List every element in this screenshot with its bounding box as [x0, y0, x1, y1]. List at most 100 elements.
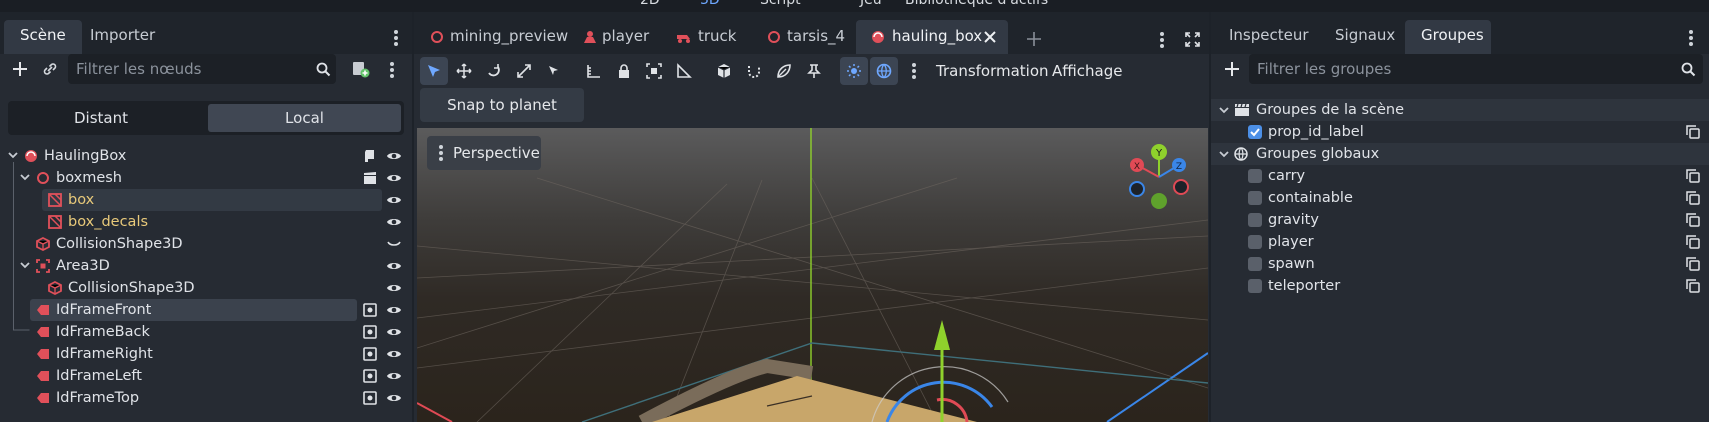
tree-row-idframeright[interactable]: IdFrameRight	[0, 343, 412, 365]
bake-button[interactable]	[770, 57, 798, 85]
group-item[interactable]: gravity	[1211, 209, 1709, 231]
chevron-down-icon[interactable]	[1217, 103, 1231, 117]
tree-row-box-decals[interactable]: box_decals	[0, 211, 412, 233]
viewport-menu-icon[interactable]	[431, 143, 451, 163]
tree-row-idframeback[interactable]: IdFrameBack	[0, 321, 412, 343]
copy-icon[interactable]	[1686, 257, 1700, 271]
visibility-eye-icon[interactable]	[386, 303, 402, 317]
tree-row-collisionshape3d-area[interactable]: CollisionShape3D	[0, 277, 412, 299]
dock-menu-icon[interactable]	[386, 28, 406, 48]
tab-import[interactable]: Importer	[74, 20, 171, 54]
scene-tab-hauling-box[interactable]: hauling_box	[856, 20, 1008, 54]
snap-button[interactable]	[740, 57, 768, 85]
node-filter-input[interactable]: Filtrer les nœuds	[68, 54, 336, 84]
group-icon[interactable]	[363, 391, 377, 405]
tree-row-collisionshape3d[interactable]: CollisionShape3D	[0, 233, 412, 255]
group-checkbox[interactable]	[1248, 125, 1262, 139]
tab-signals[interactable]: Signaux	[1319, 20, 1411, 54]
chevron-down-icon[interactable]	[18, 258, 32, 272]
group-item[interactable]: prop_id_label	[1211, 121, 1709, 143]
visibility-eye-icon[interactable]	[386, 369, 402, 383]
tree-row-idframetop[interactable]: IdFrameTop	[0, 387, 412, 409]
tabs-menu-icon[interactable]	[1152, 30, 1172, 50]
instance-scene-icon[interactable]	[352, 61, 370, 78]
snap-to-planet-button[interactable]: Snap to planet surface	[420, 88, 584, 148]
group-checkbox[interactable]	[1248, 235, 1262, 249]
main-screen-game[interactable]: Jeu	[860, 0, 882, 8]
transform-menu[interactable]: Transformation	[936, 59, 1049, 83]
main-screen-script[interactable]: Script	[760, 0, 801, 8]
tree-row-boxmesh[interactable]: boxmesh	[0, 167, 412, 189]
group-item[interactable]: spawn	[1211, 253, 1709, 275]
group-icon[interactable]	[363, 325, 377, 339]
rotate-mode-button[interactable]	[480, 57, 508, 85]
select-mode-button[interactable]	[420, 57, 448, 85]
main-screen-2d[interactable]: 2D	[640, 0, 660, 8]
group-item[interactable]: carry	[1211, 165, 1709, 187]
chevron-down-icon[interactable]	[18, 170, 32, 184]
chevron-down-icon[interactable]	[1217, 147, 1231, 161]
local-space-button[interactable]	[710, 57, 738, 85]
main-screen-3d[interactable]: 3D	[700, 0, 720, 8]
group-checkbox[interactable]	[1248, 169, 1262, 183]
group-filter-input[interactable]: Filtrer les groupes	[1249, 54, 1703, 84]
clapper-icon[interactable]	[363, 171, 377, 185]
visibility-eye-icon[interactable]	[386, 325, 402, 339]
perspective-menu[interactable]: Perspective	[427, 136, 541, 170]
visibility-eye-icon[interactable]	[386, 149, 402, 163]
add-node-icon[interactable]	[12, 61, 28, 77]
ruler-angle-button[interactable]	[670, 57, 698, 85]
tab-groups[interactable]: Groupes	[1405, 20, 1491, 54]
environment-preview-button[interactable]	[870, 57, 898, 85]
tab-inspector[interactable]: Inspecteur	[1213, 20, 1325, 54]
chevron-down-icon[interactable]	[6, 148, 20, 162]
copy-icon[interactable]	[1686, 169, 1700, 183]
tree-row-box[interactable]: box	[0, 189, 412, 211]
close-icon[interactable]	[984, 31, 996, 43]
tree-row-area3d[interactable]: Area3D	[0, 255, 412, 277]
scale-mode-button[interactable]	[510, 57, 538, 85]
scene-tab-player[interactable]: player	[576, 20, 659, 54]
visibility-eye-icon[interactable]	[386, 281, 402, 295]
3d-viewport[interactable]	[417, 128, 1208, 422]
local-button[interactable]: Local	[208, 104, 401, 132]
group-selected-button[interactable]	[640, 57, 668, 85]
visibility-eye-icon[interactable]	[386, 193, 402, 207]
group-item[interactable]: teleporter	[1211, 275, 1709, 297]
preview-menu-icon[interactable]	[904, 61, 924, 81]
add-group-icon[interactable]	[1224, 61, 1240, 77]
visibility-eye-icon[interactable]	[386, 347, 402, 361]
lock-button[interactable]	[610, 57, 638, 85]
copy-icon[interactable]	[1686, 279, 1700, 293]
view-menu[interactable]: Affichage	[1052, 59, 1122, 83]
hidden-eye-icon[interactable]	[386, 237, 402, 251]
tree-row-haulingbox[interactable]: HaulingBox	[0, 145, 412, 167]
tab-scene[interactable]: Scène	[4, 20, 82, 54]
dock-menu-icon[interactable]	[1681, 28, 1701, 48]
main-screen-assetlib[interactable]: Bibliothèque d'actifs	[905, 0, 1048, 8]
group-item[interactable]: player	[1211, 231, 1709, 253]
copy-icon[interactable]	[1686, 235, 1700, 249]
visibility-eye-icon[interactable]	[386, 171, 402, 185]
scene-groups-header[interactable]: Groupes de la scène	[1211, 99, 1709, 121]
pin-button[interactable]	[800, 57, 828, 85]
group-icon[interactable]	[363, 303, 377, 317]
script-icon[interactable]	[363, 149, 377, 163]
visibility-eye-icon[interactable]	[386, 391, 402, 405]
sun-preview-button[interactable]	[840, 57, 868, 85]
group-item[interactable]: containable	[1211, 187, 1709, 209]
visibility-eye-icon[interactable]	[386, 215, 402, 229]
scene-tab-mining-preview[interactable]: mining_preview	[418, 20, 578, 54]
scene-tab-truck[interactable]: truck	[668, 20, 747, 54]
scene-menu-icon[interactable]	[382, 60, 402, 80]
global-groups-header[interactable]: Groupes globaux	[1211, 143, 1709, 165]
tree-row-idframeleft[interactable]: IdFrameLeft	[0, 365, 412, 387]
dock-splitter-left[interactable]	[412, 12, 414, 422]
group-checkbox[interactable]	[1248, 279, 1262, 293]
distraction-free-icon[interactable]	[1185, 32, 1200, 47]
add-tab-icon[interactable]	[1026, 31, 1042, 47]
scene-tab-tarsis-4[interactable]: tarsis_4	[759, 20, 855, 54]
copy-icon[interactable]	[1686, 191, 1700, 205]
tree-row-idframefront[interactable]: IdFrameFront	[0, 299, 412, 321]
list-select-button[interactable]	[540, 57, 568, 85]
